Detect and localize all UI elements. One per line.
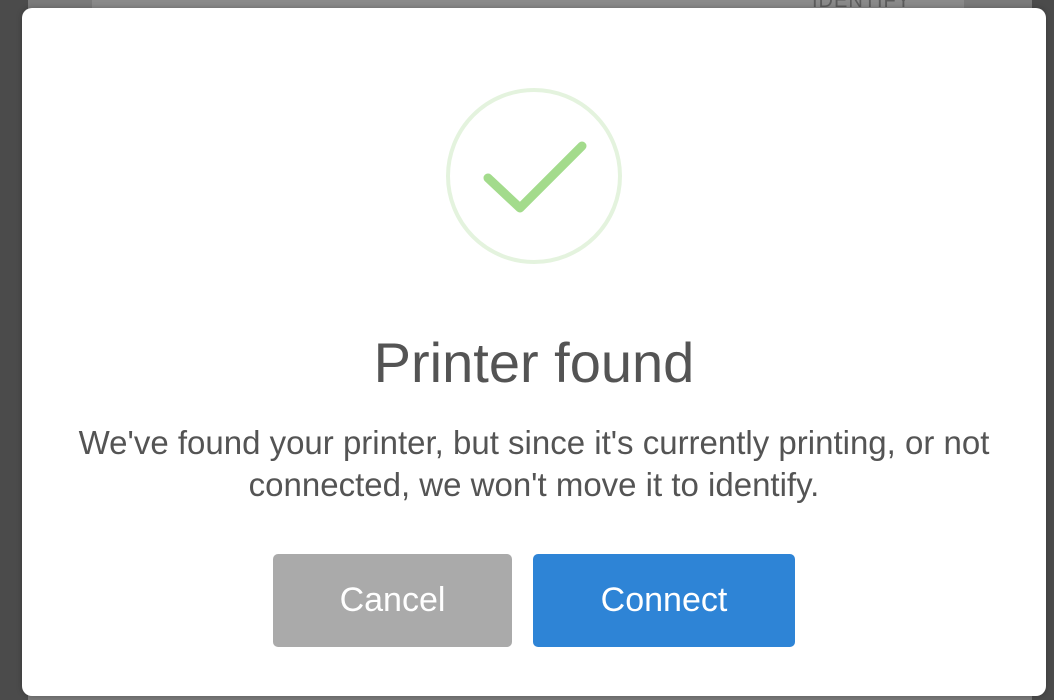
- printer-found-dialog: Printer found We've found your printer, …: [22, 8, 1046, 696]
- check-circle-icon: [446, 88, 622, 264]
- dialog-message: We've found your printer, but since it's…: [78, 424, 990, 503]
- connect-button[interactable]: Connect: [533, 554, 795, 647]
- cancel-button[interactable]: Cancel: [273, 554, 512, 647]
- dialog-title: Printer found: [373, 331, 695, 394]
